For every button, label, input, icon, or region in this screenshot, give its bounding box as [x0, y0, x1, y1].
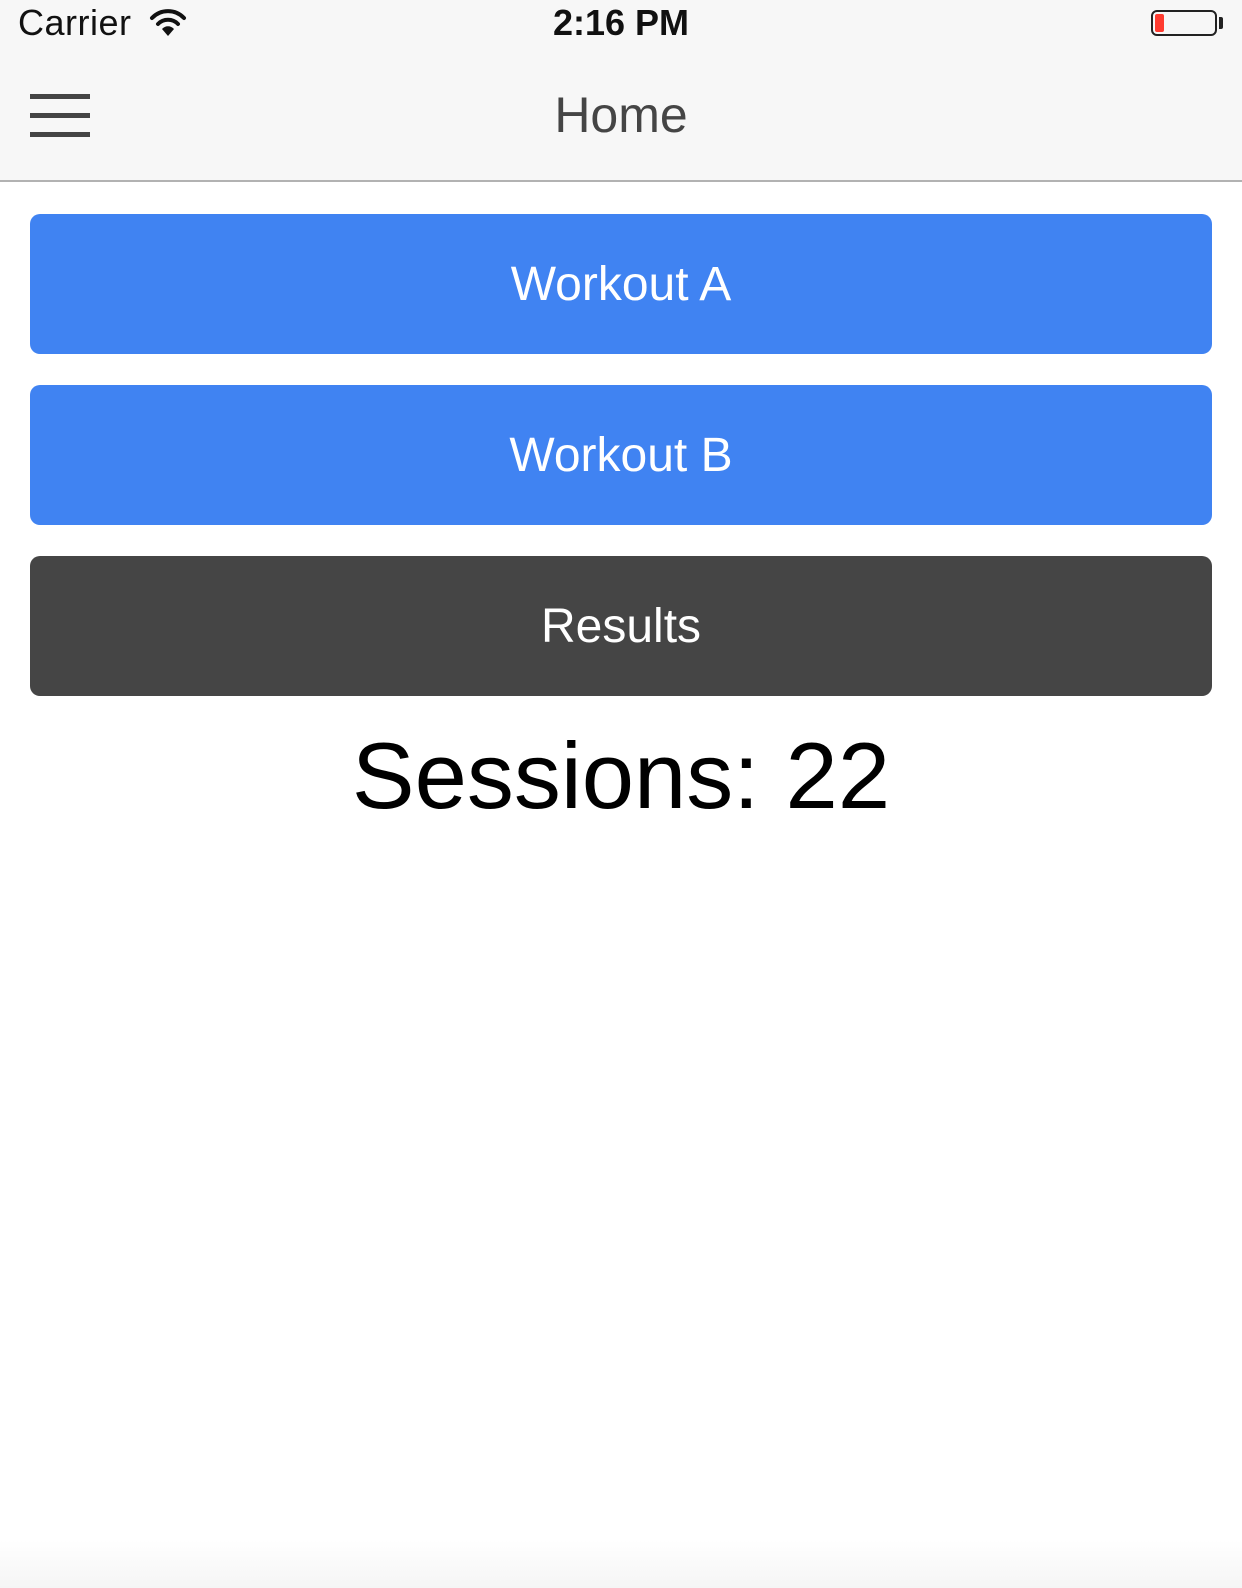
sessions-count: Sessions: 22	[0, 722, 1242, 830]
battery-nub	[1219, 17, 1223, 29]
battery-level-fill	[1155, 14, 1164, 32]
status-time: 2:16 PM	[552, 2, 690, 43]
workout-a-button[interactable]: Workout A	[30, 214, 1212, 354]
bottom-shade	[0, 1540, 1242, 1588]
sessions-value: 22	[785, 723, 891, 828]
results-button[interactable]: Results	[30, 556, 1212, 696]
workout-b-button[interactable]: Workout B	[30, 385, 1212, 525]
status-bar: Carrier 2:16 PM	[0, 0, 1242, 50]
navigation-bar: Home	[0, 50, 1242, 182]
sessions-label: Sessions:	[351, 723, 760, 828]
battery-icon	[1151, 10, 1217, 36]
page-title: Home	[554, 87, 688, 143]
